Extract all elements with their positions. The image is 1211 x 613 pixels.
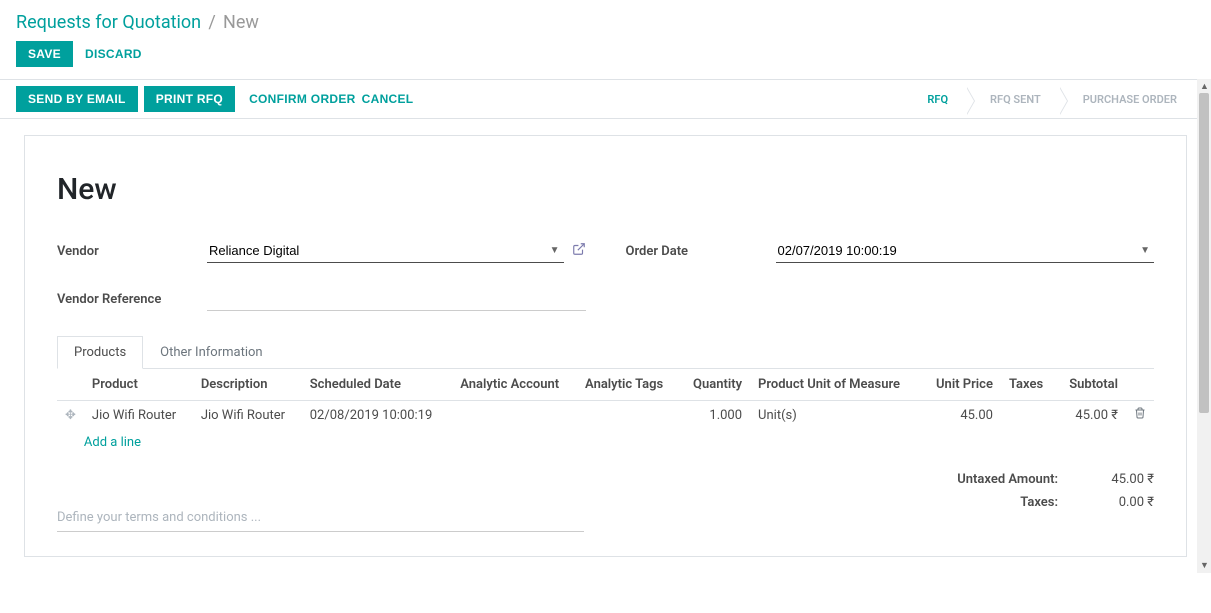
save-button[interactable]: SAVE <box>16 41 73 67</box>
taxes-label: Taxes: <box>894 495 1074 510</box>
scrollbar[interactable]: ▲ ▼ <box>1197 79 1211 573</box>
scroll-down-icon[interactable]: ▼ <box>1200 560 1209 571</box>
col-uom: Product Unit of Measure <box>750 369 922 401</box>
col-description: Description <box>193 369 302 401</box>
vendor-reference-input[interactable] <box>207 287 586 311</box>
tab-other-information[interactable]: Other Information <box>143 336 279 369</box>
page-title: New <box>57 172 1154 207</box>
external-link-icon[interactable] <box>572 242 586 260</box>
col-taxes: Taxes <box>1001 369 1056 401</box>
cell-taxes[interactable] <box>1001 401 1056 430</box>
vendor-input[interactable] <box>207 239 564 263</box>
col-product: Product <box>84 369 193 401</box>
status-rfq-sent[interactable]: RFQ SENT <box>966 87 1059 112</box>
cell-uom[interactable]: Unit(s) <box>750 401 922 430</box>
cell-description[interactable]: Jio Wifi Router <box>193 401 302 430</box>
col-subtotal: Subtotal <box>1056 369 1126 401</box>
toolbar: SEND BY EMAIL PRINT RFQ CONFIRM ORDER CA… <box>0 79 1211 119</box>
tab-products[interactable]: Products <box>57 336 143 369</box>
col-analytic-tags: Analytic Tags <box>577 369 679 401</box>
untaxed-amount-label: Untaxed Amount: <box>894 472 1074 487</box>
scroll-up-icon[interactable]: ▲ <box>1200 81 1209 92</box>
cell-analytic-tags[interactable] <box>577 401 679 430</box>
col-unit-price: Unit Price <box>922 369 1001 401</box>
breadcrumb-separator: / <box>204 12 219 33</box>
col-quantity: Quantity <box>679 369 750 401</box>
form-sheet: New Vendor ▼ Order Date ▼ Vendor Referen… <box>24 135 1187 557</box>
cancel-button[interactable]: CANCEL <box>362 92 414 106</box>
table-row[interactable]: ✥ Jio Wifi Router Jio Wifi Router 02/08/… <box>57 401 1154 430</box>
cell-unit-price[interactable]: 45.00 <box>922 401 1001 430</box>
send-by-email-button[interactable]: SEND BY EMAIL <box>16 86 138 112</box>
confirm-order-button[interactable]: CONFIRM ORDER <box>249 92 356 106</box>
breadcrumb-parent[interactable]: Requests for Quotation <box>16 12 201 33</box>
untaxed-amount-value: 45.00 ₹ <box>1074 472 1154 487</box>
order-date-label: Order Date <box>626 244 776 259</box>
add-a-line-button[interactable]: Add a line <box>84 429 1154 456</box>
taxes-value: 0.00 ₹ <box>1074 495 1154 510</box>
cell-analytic-account[interactable] <box>452 401 577 430</box>
cell-subtotal[interactable]: 45.00 ₹ <box>1056 401 1126 430</box>
actions-row: SAVE DISCARD <box>0 41 1211 79</box>
col-scheduled-date: Scheduled Date <box>302 369 453 401</box>
status-purchase-order[interactable]: PURCHASE ORDER <box>1059 87 1195 112</box>
order-lines-table: Product Description Scheduled Date Analy… <box>57 369 1154 456</box>
status-rfq[interactable]: RFQ <box>903 87 966 112</box>
totals: Untaxed Amount: 45.00 ₹ Taxes: 0.00 ₹ <box>894 468 1154 514</box>
cell-product[interactable]: Jio Wifi Router <box>84 401 193 430</box>
print-rfq-button[interactable]: PRINT RFQ <box>144 86 235 112</box>
trash-icon[interactable] <box>1126 401 1154 430</box>
cell-quantity[interactable]: 1.000 <box>679 401 750 430</box>
vendor-label: Vendor <box>57 244 207 259</box>
breadcrumb-current: New <box>223 12 259 33</box>
drag-handle-icon[interactable]: ✥ <box>57 401 84 430</box>
scrollbar-thumb[interactable] <box>1199 93 1209 413</box>
col-analytic-account: Analytic Account <box>452 369 577 401</box>
breadcrumb: Requests for Quotation / New <box>0 0 1211 41</box>
tabs: Products Other Information <box>57 335 1154 369</box>
discard-button[interactable]: DISCARD <box>85 47 142 61</box>
vendor-reference-label: Vendor Reference <box>57 292 207 307</box>
status-bar: RFQ RFQ SENT PURCHASE ORDER <box>903 87 1195 112</box>
cell-scheduled[interactable]: 02/08/2019 10:00:19 <box>302 401 453 430</box>
terms-input[interactable]: Define your terms and conditions ... <box>57 504 584 532</box>
order-date-input[interactable] <box>776 239 1155 263</box>
